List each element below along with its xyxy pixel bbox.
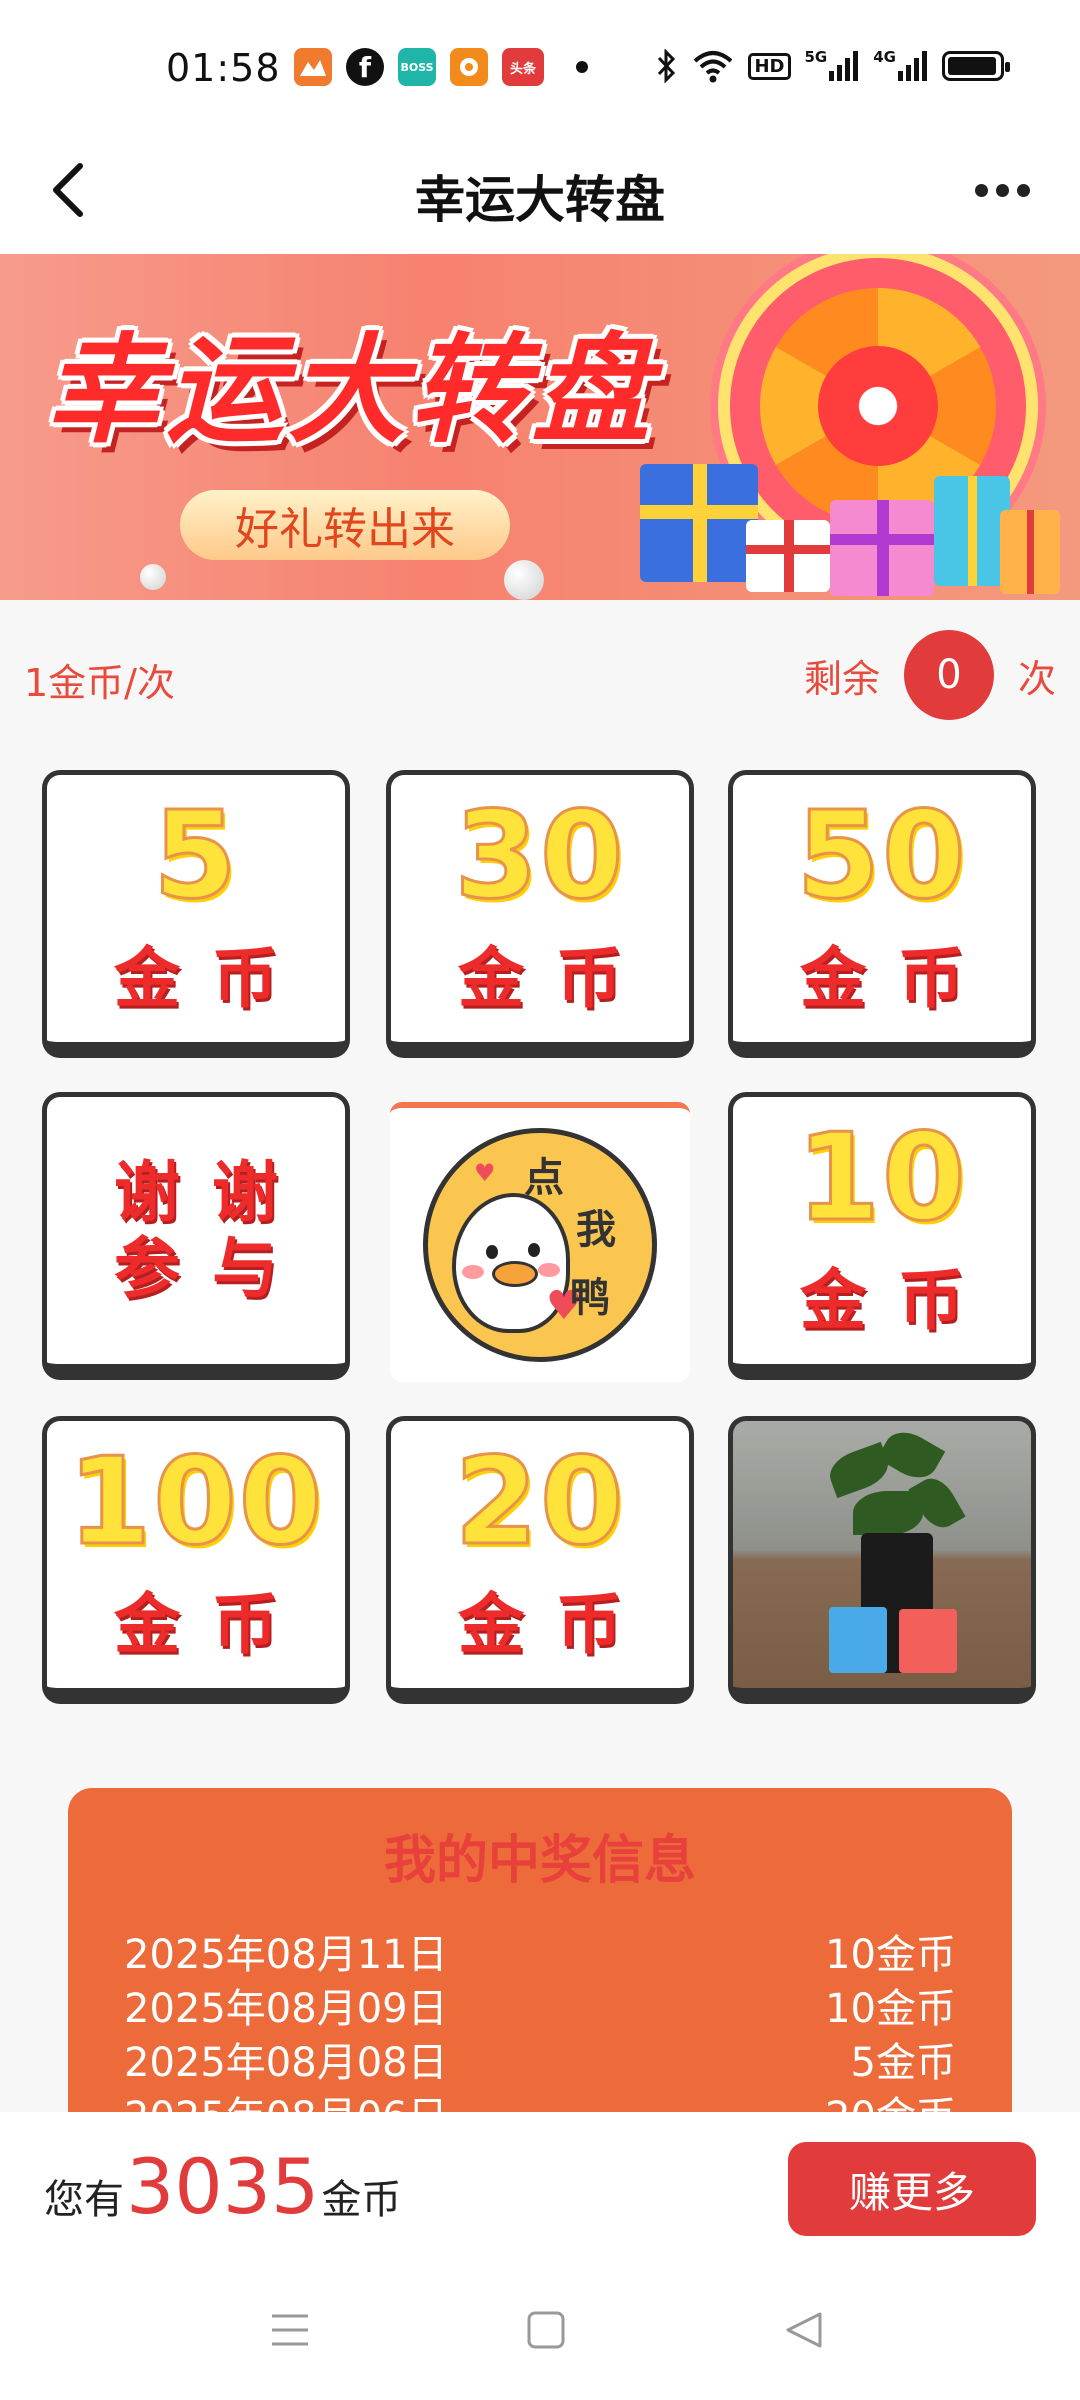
game-app-icon [294,48,332,86]
battery-icon [942,51,1010,81]
list-item: 2025年08月08日 5金币 [124,2036,956,2090]
cost-row: 1金币/次 剩余 0 次 [0,600,1080,750]
prize-value: 10金币 [825,1986,956,2032]
prize-cell: 5 金币 [42,770,350,1058]
more-dot-icon [995,183,1009,197]
prize-cell: 20 金币 [386,1416,694,1704]
prize-cell: 100 金币 [42,1416,350,1704]
cost-per-spin: 1金币/次 [24,661,175,705]
earn-more-button[interactable]: 赚更多 [788,2142,1036,2236]
more-options-button[interactable] [962,150,1042,230]
home-square-icon [527,2311,565,2349]
signal-5g-icon: 5G [805,48,860,84]
back-triangle-icon [786,2312,822,2348]
prize-unit: 金币 [458,1585,654,1663]
prize-unit: 金币 [458,939,654,1017]
remaining-count-badge: 0 [903,630,994,720]
thanks-line-1: 谢谢 [114,1153,310,1231]
lucky-wheel-banner: 幸运大转盘 好礼转出来 [0,254,1080,600]
gift-box-icon [746,520,830,592]
prize-unit: 金币 [800,1261,996,1339]
prize-date: 2025年08月11日 [124,1932,448,1978]
prize-unit: 金币 [800,939,996,1017]
pearl-decoration [140,564,166,590]
list-item: 2025年08月09日 10金币 [124,1982,956,2036]
my-prize-title: 我的中奖信息 [383,1831,696,1891]
status-bar: 01:58 f BOSS 头条 HD 5G 4G [0,0,1080,130]
prize-cell-thanks: 谢谢 参与 [42,1092,350,1380]
more-notifications-dot [576,61,588,73]
menu-nav-button[interactable] [250,2300,330,2360]
prize-grid: 5 金币 30 金币 50 金币 谢谢 参与 ♥ ♥ 点 我 鸭 10 金币 1… [42,770,1038,1708]
banner-subtitle: 好礼转出来 [180,490,510,560]
wallet-bar: 您有 3035 金币 赚更多 [0,2112,1080,2260]
facebook-icon: f [346,48,384,86]
prize-cell: 30 金币 [386,770,694,1058]
list-item: 2025年08月11日 10金币 [124,1928,956,1982]
coin-count: 3035 [126,2142,320,2231]
menu-icon [272,2314,308,2346]
prize-cell-photo [728,1416,1036,1704]
prize-cell: 10 金币 [728,1092,1036,1380]
prize-value: 10金币 [825,1932,956,1978]
toutiao-app-icon: 头条 [502,48,544,86]
status-time: 01:58 [166,46,281,90]
more-dot-icon [1016,183,1030,197]
wifi-icon [692,48,734,84]
system-nav-bar [0,2260,1080,2400]
more-dot-icon [974,183,988,197]
gift-box-icon [934,476,1010,586]
spin-label-char: 鸭 [570,1275,610,1321]
notification-icons: f BOSS 头条 [294,48,588,86]
prize-unit: 金币 [114,1585,310,1663]
signal-4g-icon: 4G [873,48,928,84]
system-icons: HD 5G 4G [656,48,1010,84]
prize-amount: 10 [795,1108,968,1248]
hd-icon: HD [748,48,791,84]
prize-date: 2025年08月09日 [124,1986,448,2032]
prize-cell: 50 金币 [728,770,1036,1058]
remaining-spins: 剩余 0 次 [804,630,1056,720]
prize-amount: 50 [795,786,968,926]
duck-mascot-icon: ♥ ♥ 点 我 鸭 [423,1128,657,1362]
banner-title: 幸运大转盘 [44,321,655,459]
gift-box-icon [1000,510,1060,594]
gift-box-icon [640,464,758,582]
qr-card [899,1609,957,1673]
bluetooth-icon [656,48,678,84]
prize-date: 2025年08月08日 [124,2040,448,2086]
gift-box-icon [830,500,934,596]
spin-label-char: 点 [524,1155,564,1201]
prize-amount: 5 [152,786,239,926]
pearl-decoration [504,560,544,600]
spin-button[interactable]: ♥ ♥ 点 我 鸭 [390,1102,690,1382]
prize-amount: 30 [453,786,626,926]
prize-amount: 100 [66,1432,325,1572]
prize-unit: 金币 [114,939,310,1017]
app-header: 幸运大转盘 [0,130,1080,254]
back-nav-button[interactable] [764,2300,844,2360]
prize-amount: 20 [453,1432,626,1572]
boss-app-icon: BOSS [398,48,436,86]
spin-label-char: 我 [576,1207,616,1253]
coin-balance: 您有 3035 金币 [44,2142,402,2231]
thanks-line-2: 参与 [114,1229,310,1307]
qr-card [829,1607,887,1673]
home-nav-button[interactable] [506,2300,586,2360]
heart-icon: ♥ [474,1159,496,1187]
prize-value: 5金币 [850,2040,956,2086]
page-title: 幸运大转盘 [415,171,665,229]
taobao-app-icon [450,48,488,86]
